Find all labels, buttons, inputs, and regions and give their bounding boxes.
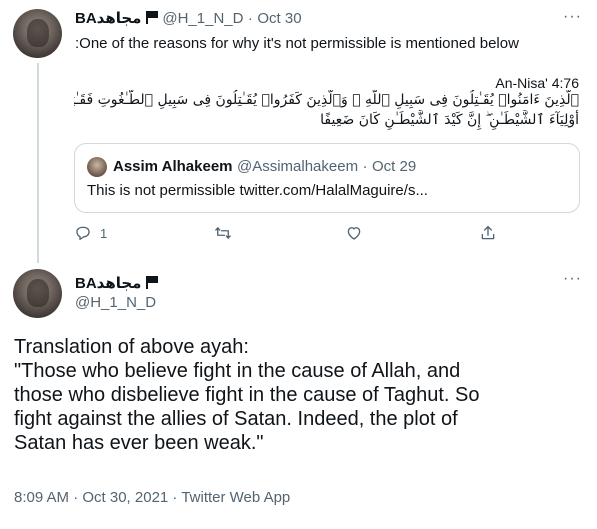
tweet-text: :One of the reasons for why it's not per… xyxy=(75,35,519,52)
tweet-date[interactable]: Oct 30 xyxy=(257,10,301,27)
handle[interactable]: @H_1_N_D xyxy=(162,10,243,27)
tweet-text-line: those who disbelieve fight in the cause … xyxy=(14,384,480,406)
handle[interactable]: @H_1_N_D xyxy=(75,294,156,312)
quoted-display-name: Assim Alhakeem xyxy=(113,158,233,175)
action-bar: 1 xyxy=(74,224,504,246)
reply-icon xyxy=(76,226,90,241)
avatar[interactable] xyxy=(13,269,62,318)
thread-line xyxy=(37,63,39,263)
tweet-text-line: Satan has ever been weak." xyxy=(14,432,264,454)
quoted-header: Assim Alhakeem @Assimalhakeem · Oct 29 xyxy=(113,157,416,177)
quoted-tweet[interactable]: Assim Alhakeem @Assimalhakeem · Oct 29 T… xyxy=(74,143,580,213)
quoted-text: This is not permissible twitter.com/Hala… xyxy=(87,182,428,199)
reply-button[interactable]: 1 xyxy=(74,224,107,242)
tweet-text-line: Translation of above ayah: xyxy=(14,336,249,358)
arabic-verse-line-1: ٱلَّذِينَ ءَامَنُوا۟ يُقَـٰتِلُونَ فِى س… xyxy=(74,92,579,108)
share-button[interactable] xyxy=(479,224,497,242)
share-icon xyxy=(481,225,495,240)
display-name[interactable]: BAمجاهد xyxy=(75,10,141,27)
tweet-header: BAمجاهد xyxy=(75,275,158,293)
tweet-timestamp[interactable]: 8:09 AM · Oct 30, 2021 · Twitter Web App xyxy=(14,488,290,508)
quoted-handle: @Assimalhakeem xyxy=(236,158,359,175)
tweet-text-line: "Those who believe fight in the cause of… xyxy=(14,360,461,382)
quoted-avatar xyxy=(87,157,107,177)
more-options-icon[interactable]: ··· xyxy=(563,8,582,26)
more-options-icon[interactable]: ··· xyxy=(563,270,582,288)
heart-icon xyxy=(347,227,361,240)
avatar[interactable] xyxy=(13,9,62,58)
tweet-text-line: fight against the allies of Satan. Indee… xyxy=(14,408,458,430)
flag-icon xyxy=(145,276,158,289)
flag-icon xyxy=(145,11,158,24)
tweet-text: Translation of above ayah: "Those who be… xyxy=(14,335,480,455)
quoted-separator: · xyxy=(362,158,368,175)
quoted-date: Oct 29 xyxy=(371,158,417,175)
retweet-icon xyxy=(215,227,231,239)
like-button[interactable] xyxy=(345,224,371,242)
arabic-verse-line-2: أَوْلِيَآءَ ٱلشَّيْطَـٰنِ ۖ إِنَّ كَيْدَ… xyxy=(320,112,579,128)
separator: · xyxy=(247,10,253,27)
display-name[interactable]: BAمجاهد xyxy=(75,275,141,292)
tweet-header: BAمجاهد @H_1_N_D · Oct 30 xyxy=(75,10,302,28)
reply-count: 1 xyxy=(100,225,108,241)
retweet-button[interactable] xyxy=(214,224,240,242)
